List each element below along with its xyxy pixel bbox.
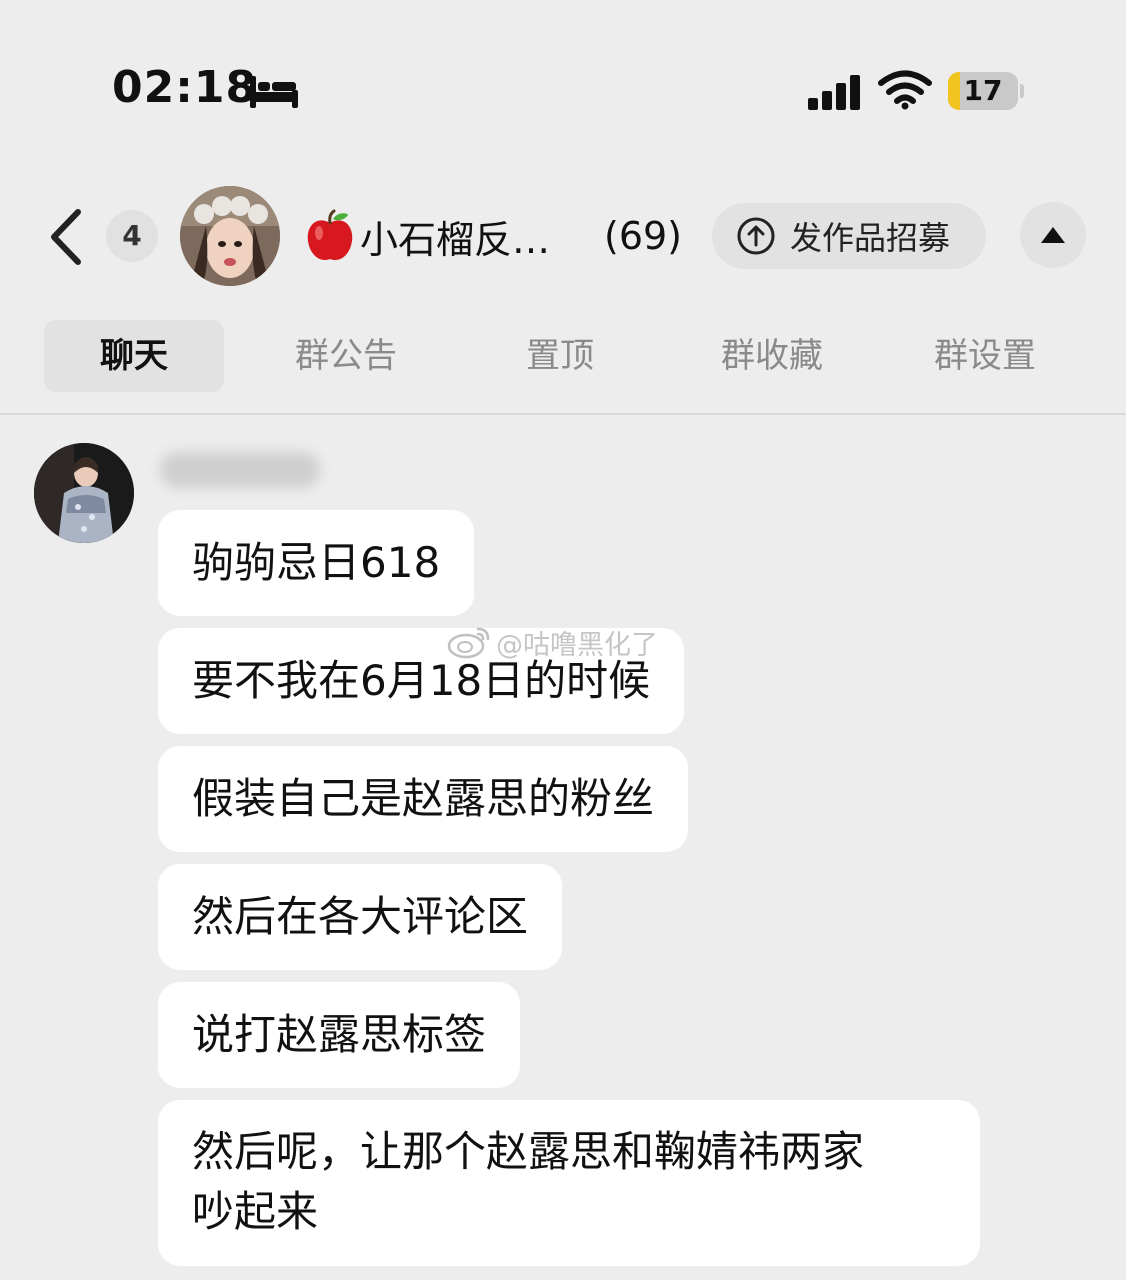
apple-icon (307, 209, 353, 261)
group-avatar-image (180, 186, 280, 286)
message-text: 驹驹忌日618 (192, 538, 441, 587)
sender-avatar-image (34, 443, 134, 543)
tab-settings[interactable]: 群设置 (895, 320, 1075, 392)
message-text: 假装自己是赵露思的粉丝 (192, 774, 655, 823)
signal-icon (808, 75, 860, 110)
upload-circle-icon (737, 217, 775, 255)
group-name: 小石榴反… (360, 217, 551, 262)
watermark-text: @咕噜黑化了 (496, 629, 658, 661)
collapse-triangle-icon (1041, 227, 1065, 243)
battery-indicator: 17 (948, 72, 1024, 110)
collapse-button[interactable] (1020, 202, 1086, 268)
message-bubble[interactable]: 驹驹忌日618 (158, 510, 475, 616)
tab-favorites[interactable]: 群收藏 (682, 320, 862, 392)
bed-icon (250, 76, 298, 108)
sender-name-blurred (160, 452, 320, 488)
watermark: @咕噜黑化了 (446, 624, 658, 661)
group-avatar[interactable] (180, 186, 280, 286)
message-text: 说打赵露思标签 (192, 1010, 487, 1059)
tab-announcement[interactable]: 群公告 (256, 320, 436, 392)
member-count: (69) (604, 214, 683, 258)
message-text-line: 然后呢，让那个赵露思和鞠婧祎两家 (192, 1127, 865, 1176)
message-bubble[interactable]: 假装自己是赵露思的粉丝 (158, 746, 689, 852)
tab-divider (0, 413, 1126, 415)
wifi-icon (878, 70, 932, 110)
message-bubble[interactable]: 说打赵露思标签 (158, 982, 521, 1088)
battery-percent: 17 (963, 74, 1003, 107)
status-time: 02:18 (112, 62, 258, 113)
tab-pinned[interactable]: 置顶 (470, 320, 650, 392)
recruit-button[interactable]: 发作品招募 (712, 203, 986, 269)
message-bubble[interactable]: 然后在各大评论区 (158, 864, 563, 970)
message-text: 然后在各大评论区 (192, 892, 529, 941)
message-text-line: 吵起来 (192, 1187, 319, 1236)
tab-chat[interactable]: 聊天 (44, 320, 224, 392)
weibo-icon (447, 627, 490, 659)
group-title[interactable]: 小石榴反… (304, 208, 550, 264)
recruit-button-label: 发作品招募 (790, 219, 951, 257)
chat-screen: 02:18 17 4 小石榴反… (69) 发作品招募 聊天 群公告 置顶 群收… (0, 0, 1126, 1280)
message-bubble[interactable]: 然后呢，让那个赵露思和鞠婧祎两家 吵起来 (158, 1100, 980, 1266)
back-chevron-icon[interactable] (44, 206, 86, 268)
unread-count-badge[interactable]: 4 (106, 210, 158, 262)
sender-avatar[interactable] (34, 443, 134, 543)
